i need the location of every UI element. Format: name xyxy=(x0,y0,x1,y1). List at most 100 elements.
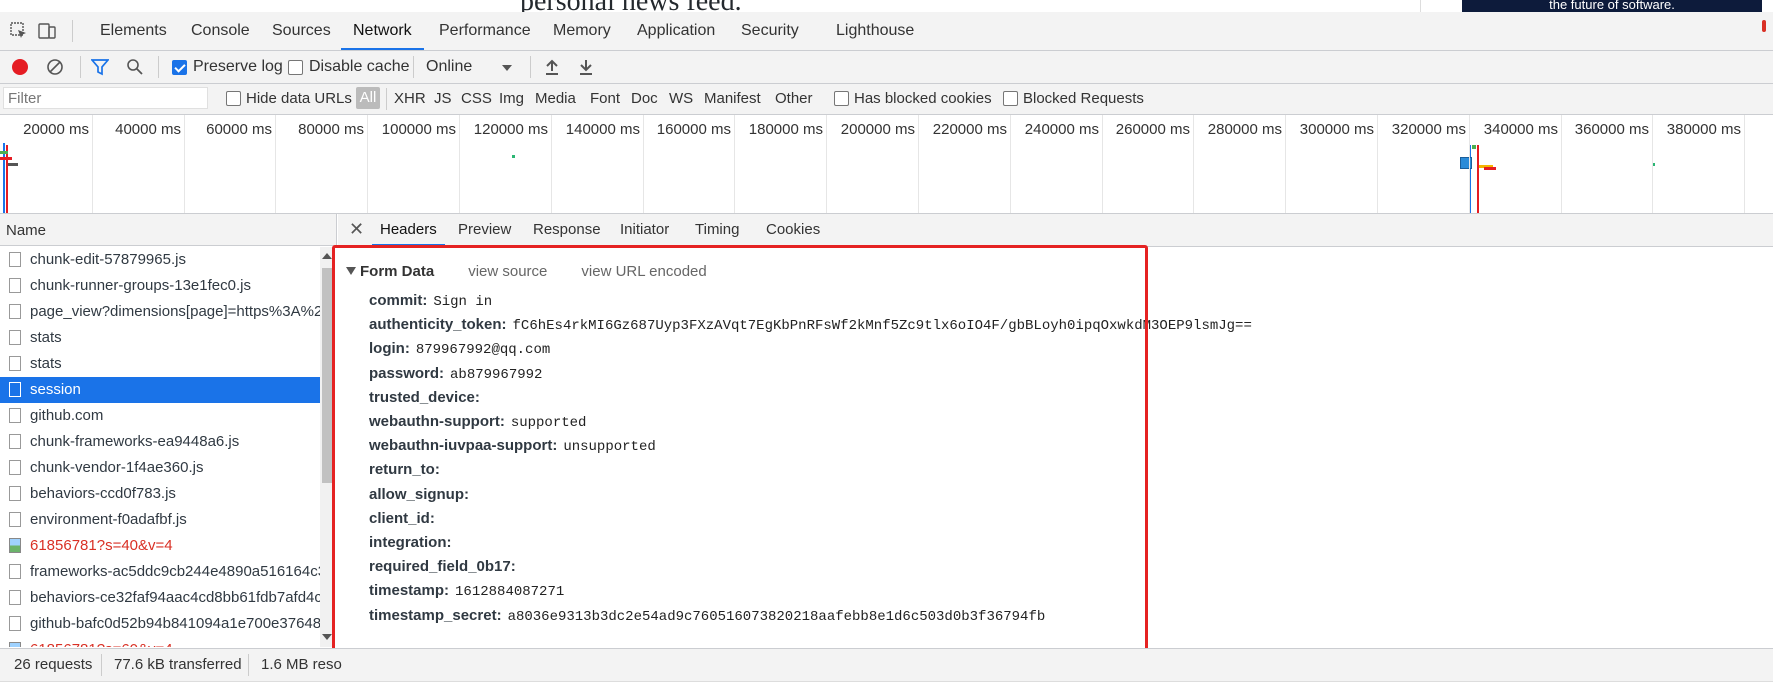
request-list-scroll-thumb[interactable] xyxy=(322,268,332,483)
request-row[interactable]: frameworks-ac5ddc9cb244e4890a516164c3 xyxy=(0,559,320,585)
tab-memory[interactable]: Memory xyxy=(553,12,611,50)
request-row[interactable]: behaviors-ce32faf94aac4cd8bb61fdb7afd4c xyxy=(0,585,320,611)
device-toolbar-icon[interactable] xyxy=(38,22,56,40)
request-row[interactable]: chunk-edit-57879965.js xyxy=(0,247,320,273)
timeline-gridline xyxy=(918,115,919,213)
request-row[interactable]: chunk-runner-groups-13e1fec0.js xyxy=(0,273,320,299)
tab-sources[interactable]: Sources xyxy=(272,12,331,50)
type-filter-manifest[interactable]: Manifest xyxy=(704,90,761,107)
page-banner: the future of software. xyxy=(1462,0,1762,12)
disable-cache-checkbox[interactable] xyxy=(288,60,303,75)
detail-tab-initiator[interactable]: Initiator xyxy=(620,214,669,246)
type-filter-xhr[interactable]: XHR xyxy=(394,90,426,107)
document-file-icon xyxy=(9,408,21,423)
hide-data-urls-label[interactable]: Hide data URLs xyxy=(246,90,352,107)
export-har-icon[interactable] xyxy=(578,58,594,76)
timeline-gridline xyxy=(459,115,460,213)
search-icon[interactable] xyxy=(126,58,144,76)
inspect-element-icon[interactable] xyxy=(10,22,28,40)
preserve-log-checkbox[interactable] xyxy=(172,60,187,75)
name-column-header[interactable]: Name xyxy=(0,214,337,246)
document-file-icon xyxy=(9,278,21,293)
timeline-tick-label: 360000 ms xyxy=(1574,121,1649,138)
type-filter-all[interactable]: All xyxy=(356,87,380,109)
detail-tab-headers[interactable]: Headers xyxy=(372,214,445,246)
blocked-requests-checkbox[interactable] xyxy=(1003,91,1018,106)
request-row[interactable]: 61856781?s=60&v=4 xyxy=(0,637,320,647)
timeline-tick-label: 280000 ms xyxy=(1207,121,1282,138)
document-file-icon xyxy=(9,252,21,267)
request-row[interactable]: page_view?dimensions[page]=https%3A%2 xyxy=(0,299,320,325)
request-row[interactable]: github.com xyxy=(0,403,320,429)
throttling-select[interactable]: Online xyxy=(424,58,516,78)
filter-input[interactable] xyxy=(3,87,208,109)
document-file-icon xyxy=(9,564,21,579)
detail-tab-cookies[interactable]: Cookies xyxy=(766,214,820,246)
type-filter-css[interactable]: CSS xyxy=(461,90,492,107)
request-row[interactable]: environment-f0adafbf.js xyxy=(0,507,320,533)
page-bottom-strip xyxy=(0,681,1773,695)
clear-icon[interactable] xyxy=(46,58,64,76)
request-row[interactable]: stats xyxy=(0,325,320,351)
type-filter-img[interactable]: Img xyxy=(499,90,524,107)
timeline-bar xyxy=(1484,167,1496,170)
close-icon[interactable]: ✕ xyxy=(349,214,364,244)
error-indicator-icon[interactable] xyxy=(1762,20,1766,32)
request-name: github-bafc0d52b94b841094a1e700e37648 xyxy=(30,615,320,632)
type-filter-other[interactable]: Other xyxy=(775,90,813,107)
scroll-up-icon[interactable] xyxy=(322,253,332,259)
request-row[interactable]: 61856781?s=40&v=4 xyxy=(0,533,320,559)
timeline-bar xyxy=(8,163,18,166)
tab-application[interactable]: Application xyxy=(637,12,715,50)
request-row[interactable]: chunk-frameworks-ea9448a6.js xyxy=(0,429,320,455)
timeline-tick-label: 320000 ms xyxy=(1391,121,1466,138)
image-file-icon xyxy=(9,538,21,553)
network-status-bar: 26 requests 77.6 kB transferred 1.6 MB r… xyxy=(0,648,1773,681)
record-icon[interactable] xyxy=(12,59,28,75)
tab-network[interactable]: Network xyxy=(341,12,424,50)
timeline-gridline xyxy=(826,115,827,213)
has-blocked-cookies-checkbox[interactable] xyxy=(834,91,849,106)
timeline-bar xyxy=(512,155,515,158)
type-filter-doc[interactable]: Doc xyxy=(631,90,658,107)
request-row[interactable]: github-bafc0d52b94b841094a1e700e37648 xyxy=(0,611,320,637)
name-column-label: Name xyxy=(6,222,47,239)
toolbar-separator xyxy=(530,56,531,78)
network-overview-timeline[interactable]: 20000 ms 40000 ms 60000 ms 80000 ms 100000 m… xyxy=(0,115,1773,214)
timeline-gridline xyxy=(275,115,276,213)
timeline-tick-label: 200000 ms xyxy=(840,121,915,138)
type-filter-font[interactable]: Font xyxy=(590,90,620,107)
request-row[interactable]: session xyxy=(0,377,320,403)
type-filter-js[interactable]: JS xyxy=(434,90,452,107)
timeline-bar xyxy=(0,157,12,160)
document-file-icon xyxy=(9,382,21,397)
request-row[interactable]: stats xyxy=(0,351,320,377)
network-filter-bar: Hide data URLs All XHR JS CSS Img Media Font Do… xyxy=(0,84,1773,115)
preserve-log-label[interactable]: Preserve log xyxy=(193,58,283,76)
highlight-box xyxy=(332,245,1148,687)
has-blocked-cookies-label[interactable]: Has blocked cookies xyxy=(854,90,992,107)
timeline-gridline xyxy=(1010,115,1011,213)
tab-performance[interactable]: Performance xyxy=(439,12,531,50)
request-name: page_view?dimensions[page]=https%3A%2 xyxy=(30,303,320,320)
request-row[interactable]: behaviors-ccd0f783.js xyxy=(0,481,320,507)
tab-elements[interactable]: Elements xyxy=(100,12,167,50)
import-har-icon[interactable] xyxy=(544,58,560,76)
disable-cache-label[interactable]: Disable cache xyxy=(309,58,410,76)
timeline-gridline xyxy=(92,115,93,213)
hide-data-urls-checkbox[interactable] xyxy=(226,91,241,106)
document-file-icon xyxy=(9,512,21,527)
detail-tab-preview[interactable]: Preview xyxy=(458,214,511,246)
request-row[interactable]: chunk-vendor-1f4ae360.js xyxy=(0,455,320,481)
blocked-requests-label[interactable]: Blocked Requests xyxy=(1023,90,1144,107)
request-name: github.com xyxy=(30,407,104,424)
type-filter-media[interactable]: Media xyxy=(535,90,576,107)
tab-security[interactable]: Security xyxy=(741,12,799,50)
detail-tab-response[interactable]: Response xyxy=(533,214,601,246)
tab-console[interactable]: Console xyxy=(191,12,250,50)
filter-icon[interactable] xyxy=(91,58,109,76)
tab-lighthouse[interactable]: Lighthouse xyxy=(836,12,914,50)
detail-tab-timing[interactable]: Timing xyxy=(695,214,739,246)
scroll-down-icon[interactable] xyxy=(322,634,332,640)
type-filter-ws[interactable]: WS xyxy=(669,90,693,107)
